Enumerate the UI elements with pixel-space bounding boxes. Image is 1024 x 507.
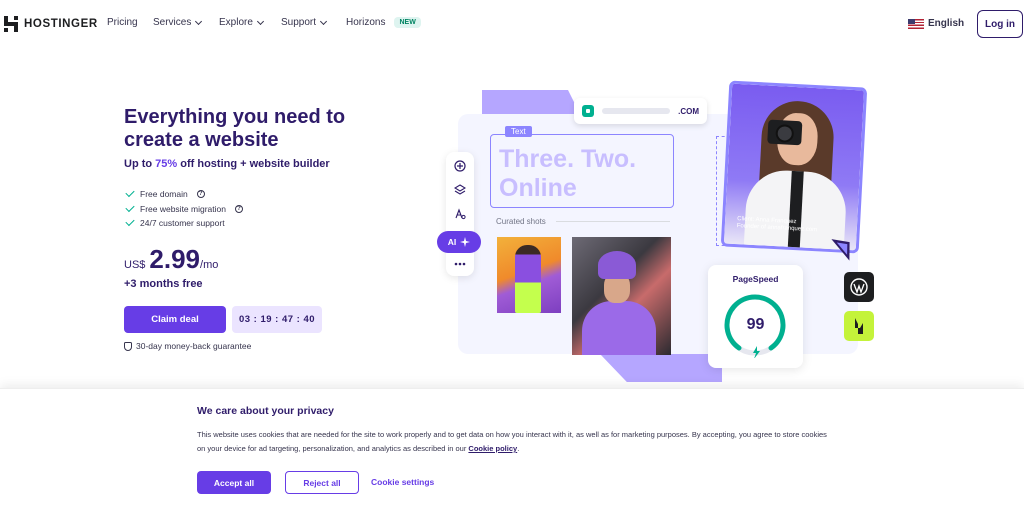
more-icon [452,256,468,272]
price: US$ 2.99 /mo [124,244,218,275]
money-back-guarantee: 30-day money-back guarantee [124,341,251,351]
countdown-timer: 03 : 19 : 47 : 40 [232,306,322,333]
claim-deal-button[interactable]: Claim deal [124,306,226,333]
feature-label: Free website migration [140,203,226,214]
portrait-photo [572,237,671,355]
url-domain: .COM [678,106,699,116]
litespeed-icon [844,311,874,341]
feature-item: Free website migration ? [125,202,243,217]
us-flag-icon [908,18,924,29]
login-button[interactable]: Log in [977,10,1023,38]
reject-all-button[interactable]: Reject all [285,471,359,494]
ai-button: AI [437,231,481,253]
nav-services[interactable]: Services [153,17,203,28]
chevron-down-icon [256,17,264,25]
ai-label: AI [447,237,457,247]
top-navigation: HOSTINGER Pricing Services Explore Suppo… [0,0,1024,48]
url-bar: .COM [574,98,707,124]
price-currency: US$ [124,259,146,271]
photographer-photo: Client: Anna Franquez Founder of annafra… [720,80,868,254]
nav-pricing-label: Pricing [107,17,138,28]
check-icon [125,217,135,227]
pagespeed-card: PageSpeed 99 [708,265,803,368]
hero-subtitle: Up to 75% off hosting + website builder [124,158,330,170]
help-icon[interactable]: ? [196,190,205,199]
nav-horizons[interactable]: Horizons NEW [346,17,421,28]
cookie-settings-link[interactable]: Cookie settings [371,477,434,487]
guarantee-label: 30-day money-back guarantee [136,341,252,351]
nav-pricing[interactable]: Pricing [107,17,138,28]
hostinger-logo-icon [4,16,18,32]
new-badge: NEW [394,17,421,28]
pagespeed-label: PageSpeed [732,274,779,284]
cookie-banner: We care about your privacy This website … [0,388,1024,507]
builder-toolbar [446,152,474,276]
logo[interactable]: HOSTINGER [4,16,98,32]
price-period: /mo [200,259,219,271]
lock-icon [582,105,594,117]
accept-all-button[interactable]: Accept all [197,471,271,494]
language-label: English [928,18,965,29]
decorative-shape [600,354,722,382]
cookie-policy-link[interactable]: Cookie policy [468,444,517,453]
hero-title: Everything you need to create a website [124,106,346,151]
text-style-icon [452,206,468,222]
nav-services-label: Services [153,17,192,28]
feature-item: Free domain ? [125,187,243,202]
check-icon [125,202,135,212]
wordpress-icon [844,272,874,302]
logo-text: HOSTINGER [24,18,98,30]
url-placeholder-line [601,108,671,114]
chevron-down-icon [195,17,203,25]
feature-list: Free domain ? Free website migration ? 2… [125,187,243,231]
nav-explore-label: Explore [219,17,253,28]
sparkle-icon [460,237,471,247]
divider [556,221,670,222]
feature-label: Free domain [140,189,188,200]
nav-support[interactable]: Support [281,17,328,28]
feature-label: 24/7 customer support [140,218,225,229]
feature-item: 24/7 customer support [125,216,243,231]
chevron-down-icon [319,17,328,25]
plus-circle-icon [452,158,468,174]
hero-subtitle-prefix: Up to [124,158,156,170]
nav-horizons-label: Horizons [346,17,386,28]
bonus-months: +3 months free [124,278,203,290]
check-icon [125,188,135,198]
discount-highlight: 75% [155,158,178,170]
cookie-text-end: . [517,444,520,453]
help-icon[interactable]: ? [234,204,243,213]
hero-subtitle-suffix: off hosting + website builder [177,158,330,170]
pagespeed-score: 99 [746,316,765,333]
shield-icon [124,341,132,351]
text-tag: Text [505,126,532,137]
cookie-text: This website uses cookies that are neede… [197,428,837,456]
language-selector[interactable]: English [908,18,964,29]
nav-explore[interactable]: Explore [219,17,264,28]
fashion-photo [497,237,561,313]
layers-icon [452,182,468,198]
nav-support-label: Support [281,17,317,28]
curated-shots-label: Curated shots [496,217,546,226]
cookie-title: We care about your privacy [197,405,334,417]
price-amount: 2.99 [149,244,201,274]
preview-headline: Three. Two. Online [499,145,637,202]
